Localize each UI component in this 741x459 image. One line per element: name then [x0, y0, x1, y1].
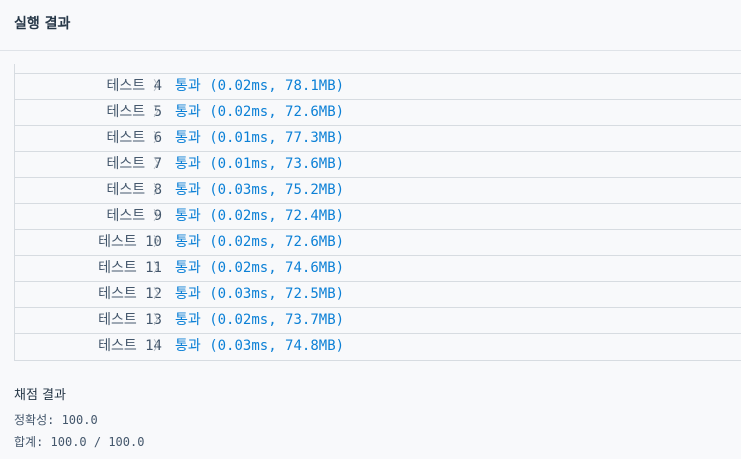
chevron-right-icon: 〉: [153, 183, 167, 198]
test-result: 통과 (0.01ms, 77.3MB): [175, 130, 345, 146]
test-result: 통과 (0.01ms, 73.6MB): [175, 156, 345, 172]
test-result: 통과 (0.03ms, 75.2MB): [175, 182, 345, 198]
test-result: 통과 (0.03ms, 72.5MB): [175, 286, 345, 302]
test-row: 테스트 5 〉 통과 (0.02ms, 72.6MB): [15, 100, 741, 126]
chevron-right-icon: 〉: [153, 287, 167, 302]
test-result: 통과 (0.02ms, 78.1MB): [175, 78, 345, 94]
chevron-right-icon: 〉: [153, 235, 167, 250]
header-title: 실행 결과: [14, 16, 71, 32]
partial-row: [15, 64, 741, 74]
test-row: 테스트 6 〉 통과 (0.01ms, 77.3MB): [15, 126, 741, 152]
test-row: 테스트 14 〉 통과 (0.03ms, 74.8MB): [15, 334, 741, 360]
test-row: 테스트 8 〉 통과 (0.03ms, 75.2MB): [15, 178, 741, 204]
accuracy-score: 정확성: 100.0: [14, 413, 98, 427]
chevron-right-icon: 〉: [153, 79, 167, 94]
grading-title: 채점 결과: [14, 388, 66, 403]
test-results-list[interactable]: 테스트 4 〉 통과 (0.02ms, 78.1MB) 테스트 5 〉 통과 (…: [14, 64, 741, 361]
chevron-right-icon: 〉: [153, 261, 167, 276]
chevron-right-icon: 〉: [153, 209, 167, 224]
test-row: 테스트 7 〉 통과 (0.01ms, 73.6MB): [15, 152, 741, 178]
chevron-right-icon: 〉: [153, 131, 167, 146]
total-score: 합계: 100.0 / 100.0: [14, 435, 145, 449]
header-bar: 실행 결과: [0, 0, 741, 51]
test-result: 통과 (0.02ms, 72.6MB): [175, 104, 345, 120]
test-row: 테스트 10 〉 통과 (0.02ms, 72.6MB): [15, 230, 741, 256]
test-row: 테스트 9 〉 통과 (0.02ms, 72.4MB): [15, 204, 741, 230]
chevron-right-icon: 〉: [153, 339, 167, 354]
test-row: 테스트 11 〉 통과 (0.02ms, 74.6MB): [15, 256, 741, 282]
test-result: 통과 (0.02ms, 72.6MB): [175, 234, 345, 250]
test-result: 통과 (0.02ms, 74.6MB): [175, 260, 345, 276]
test-result: 통과 (0.03ms, 74.8MB): [175, 338, 345, 354]
chevron-right-icon: 〉: [153, 157, 167, 172]
test-row: 테스트 13 〉 통과 (0.02ms, 73.7MB): [15, 308, 741, 334]
test-result: 통과 (0.02ms, 73.7MB): [175, 312, 345, 328]
test-row: 테스트 12 〉 통과 (0.03ms, 72.5MB): [15, 282, 741, 308]
test-row: 테스트 4 〉 통과 (0.02ms, 78.1MB): [15, 74, 741, 100]
chevron-right-icon: 〉: [153, 105, 167, 120]
test-result: 통과 (0.02ms, 72.4MB): [175, 208, 345, 224]
chevron-right-icon: 〉: [153, 313, 167, 328]
